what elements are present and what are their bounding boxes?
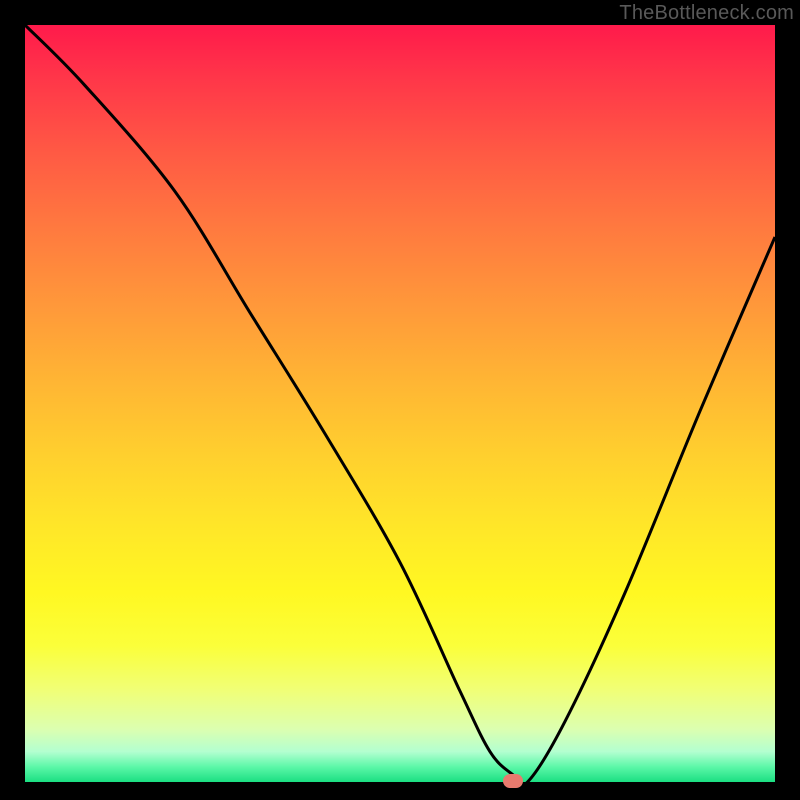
curve-svg [25, 25, 775, 782]
optimal-point-marker [503, 774, 523, 788]
plot-area [25, 25, 775, 782]
bottleneck-curve [25, 25, 775, 782]
watermark-label: TheBottleneck.com [619, 2, 794, 25]
chart-container: TheBottleneck.com [0, 0, 800, 800]
